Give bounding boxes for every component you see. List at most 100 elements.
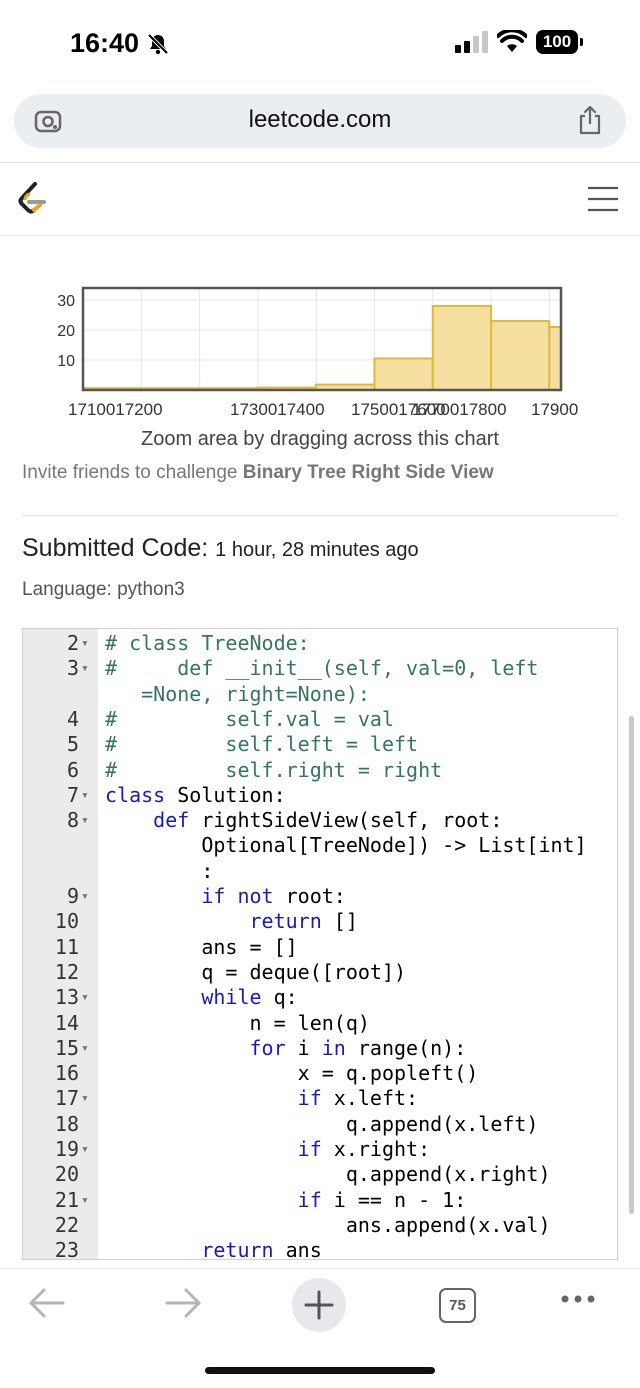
- forward-arrow-icon[interactable]: [164, 1287, 202, 1319]
- line-number: 20: [54, 1162, 79, 1187]
- tab-switcher-button[interactable]: 75: [439, 1288, 476, 1323]
- line-number: 23: [54, 1238, 79, 1260]
- code-keyword: return: [249, 909, 322, 934]
- y-tick-label: 10: [57, 353, 75, 370]
- submission-language: Language: python3: [22, 579, 185, 600]
- line-number: 6: [66, 757, 79, 782]
- line-number: 13: [54, 985, 79, 1010]
- y-tick-label: 30: [57, 293, 75, 310]
- line-number: 10: [54, 909, 79, 934]
- line-number: 18: [54, 1111, 79, 1136]
- invite-prefix: Invite friends to challenge: [22, 462, 243, 483]
- fold-arrow-icon[interactable]: ▾: [81, 656, 89, 681]
- battery-tip: [580, 38, 583, 46]
- wifi-icon: [497, 30, 527, 52]
- code-text: if i == n - 1:: [105, 1187, 467, 1213]
- fold-arrow-icon[interactable]: ▾: [81, 1188, 89, 1213]
- code-token: i: [285, 1035, 322, 1060]
- code-keyword: in: [321, 1035, 346, 1060]
- code-text: Optional[TreeNode]) -> List[int]: [105, 833, 586, 858]
- code-text: # self.val = val: [105, 707, 394, 732]
- x-tick-label: 1770017800: [412, 400, 507, 419]
- line-number: 11: [54, 934, 79, 959]
- line-number: 22: [54, 1212, 79, 1237]
- fold-arrow-icon[interactable]: ▾: [81, 1036, 89, 1061]
- code-editor[interactable]: 2 ▾ # class TreeNode: 3 ▾ # def __init__(self…: [22, 628, 618, 1260]
- line-number: 3: [66, 656, 79, 681]
- code-text: =None, right=None):: [105, 682, 370, 707]
- code-text: n = len(q): [105, 1011, 369, 1036]
- code-text: q.append(x.right): [105, 1162, 551, 1187]
- code-keyword: if: [297, 1137, 322, 1161]
- code-keyword: class: [105, 782, 166, 807]
- fold-arrow-icon[interactable]: ▾: [81, 884, 89, 909]
- code-token: x.left:: [321, 1086, 419, 1111]
- plus-icon: [304, 1290, 334, 1320]
- home-indicator: [205, 1367, 435, 1374]
- hamburger-menu-icon[interactable]: [586, 185, 620, 213]
- code-keyword: if: [297, 1187, 322, 1212]
- code-text: return ans: [105, 1238, 322, 1260]
- chart-canvas[interactable]: 3020101710017200 1730017400 17500176001770…: [0, 236, 640, 426]
- code-text: while q:: [105, 985, 298, 1010]
- code-token: ans: [273, 1238, 322, 1260]
- histogram-bar: [431, 305, 493, 391]
- line-number: 8: [66, 808, 79, 833]
- line-number: 7: [66, 782, 79, 807]
- url-text[interactable]: leetcode.com: [14, 106, 626, 134]
- x-tick-label: 17900: [531, 400, 578, 419]
- code-comment: # class TreeNode:: [105, 631, 310, 655]
- fold-arrow-icon[interactable]: ▾: [81, 985, 89, 1010]
- new-tab-button[interactable]: [292, 1278, 346, 1332]
- code-token: range(n):: [345, 1035, 467, 1060]
- code-token: ans.append(x.val): [105, 1212, 551, 1237]
- submitted-code-title: Submitted Code:: [22, 534, 209, 562]
- code-token: Solution:: [165, 782, 286, 807]
- line-number: 12: [54, 959, 79, 984]
- silent-bell-icon: [147, 33, 169, 55]
- back-arrow-icon[interactable]: [28, 1287, 66, 1319]
- code-text: if x.right:: [105, 1137, 430, 1162]
- code-text: # class TreeNode:: [105, 631, 310, 656]
- leetcode-logo-icon[interactable]: [16, 180, 48, 218]
- line-number: 9: [66, 884, 79, 908]
- fold-arrow-icon[interactable]: ▾: [81, 808, 89, 833]
- code-comment: =None, right=None):: [105, 681, 370, 706]
- code-text: q.append(x.left): [105, 1111, 539, 1137]
- invite-problem-link[interactable]: Binary Tree Right Side View: [243, 462, 494, 483]
- page-scrollbar[interactable]: [629, 716, 634, 1214]
- code-text: # def __init__(self, val=0, left: [105, 656, 538, 681]
- section-divider: [22, 515, 618, 516]
- y-tick-label: 20: [57, 323, 75, 340]
- address-bar[interactable]: leetcode.com: [14, 94, 626, 148]
- share-icon[interactable]: [576, 105, 604, 135]
- cellular-signal-icon: [455, 31, 488, 53]
- fold-arrow-icon[interactable]: ▾: [81, 783, 89, 808]
- code-keyword: while: [201, 985, 262, 1010]
- code-token: x = q.popleft(): [105, 1061, 479, 1086]
- chart-caption: Zoom area by dragging across this chart: [141, 428, 499, 450]
- code-token: q = deque([root]): [105, 959, 407, 984]
- code-token: :: [105, 858, 214, 883]
- code-keyword: def: [153, 808, 190, 833]
- code-token: q:: [261, 985, 298, 1010]
- fold-arrow-icon[interactable]: ▾: [81, 631, 89, 656]
- code-keyword: if not: [201, 884, 274, 908]
- code-token: q.append(x.left): [105, 1111, 539, 1136]
- code-token: root:: [273, 884, 346, 908]
- code-text: x = q.popleft(): [105, 1061, 479, 1086]
- site-header: [0, 163, 640, 236]
- histogram-bar: [490, 320, 551, 391]
- status-bar: 16:40 100: [0, 0, 640, 90]
- more-options-icon[interactable]: [560, 1293, 596, 1305]
- line-number: 4: [66, 706, 79, 731]
- fold-arrow-icon[interactable]: ▾: [81, 1086, 89, 1111]
- code-text: def rightSideView(self, root:: [105, 808, 502, 833]
- code-text: q = deque([root]): [105, 960, 406, 985]
- fold-arrow-icon[interactable]: ▾: [81, 1137, 89, 1162]
- code-text: ans.append(x.val): [105, 1213, 551, 1238]
- code-keyword: for: [249, 1035, 286, 1060]
